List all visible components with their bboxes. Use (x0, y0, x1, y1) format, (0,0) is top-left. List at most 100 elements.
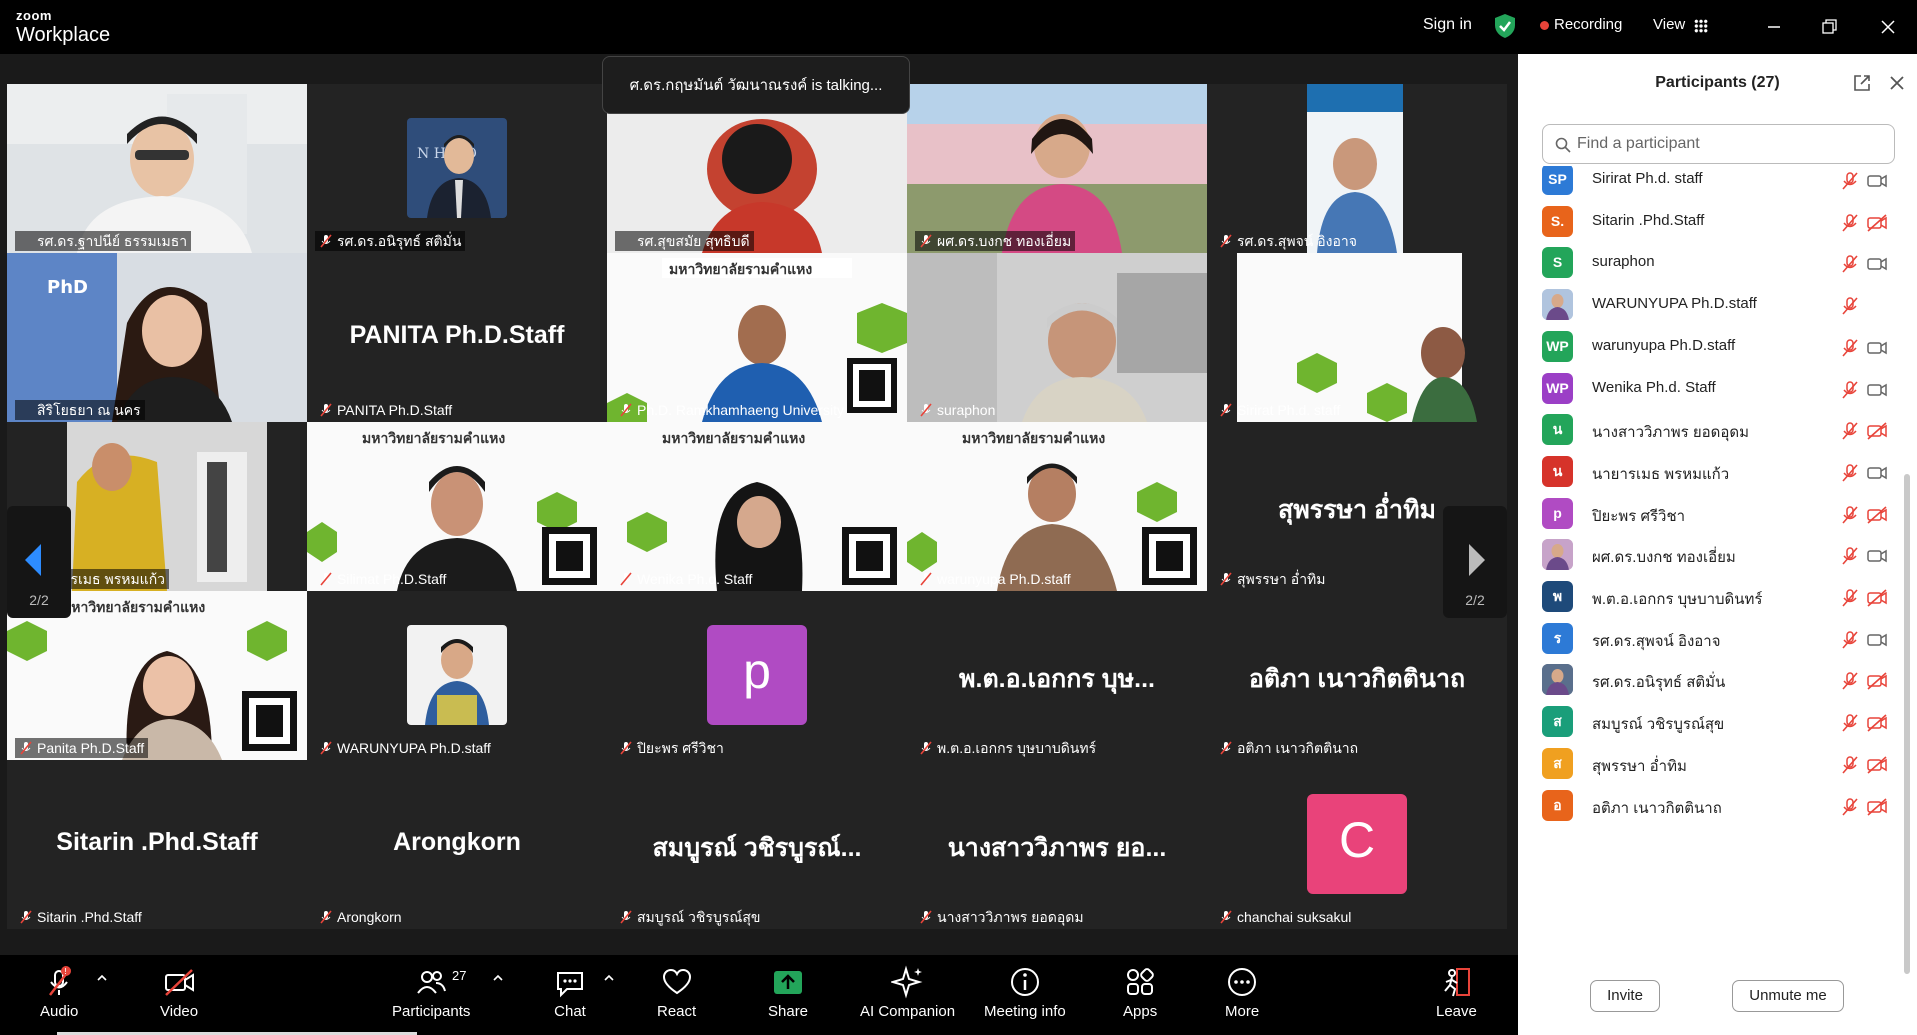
camera-off-icon[interactable] (1866, 588, 1888, 612)
camera-off-icon[interactable] (1866, 755, 1888, 779)
next-page-button[interactable]: 2/2 (1443, 506, 1507, 618)
muted-mic-icon[interactable] (1840, 380, 1860, 404)
camera-icon[interactable] (1866, 380, 1888, 404)
muted-mic-icon[interactable] (1840, 713, 1860, 737)
camera-off-icon[interactable] (1866, 797, 1888, 821)
chat-options-caret-icon[interactable] (603, 973, 615, 981)
video-tile[interactable]: Sirirat Ph.d. staff (1207, 253, 1507, 422)
muted-mic-icon[interactable] (1840, 588, 1860, 612)
participants-options-caret-icon[interactable] (492, 973, 504, 981)
video-tile[interactable]: นางสาววิภาพร ยอ... นางสาววิภาพร ยอดอุดม (907, 760, 1207, 929)
muted-mic-icon[interactable] (1840, 546, 1860, 570)
apps-button[interactable]: Apps (1123, 965, 1157, 1020)
muted-mic-icon[interactable] (1840, 755, 1860, 779)
minimize-icon[interactable] (1760, 13, 1788, 41)
meeting-info-label: Meeting info (984, 1003, 1066, 1020)
unmute-me-button[interactable]: Unmute me (1732, 980, 1844, 1012)
video-tile[interactable]: C chanchai suksakul (1207, 760, 1507, 929)
muted-mic-icon[interactable] (1840, 254, 1860, 278)
close-window-icon[interactable] (1874, 13, 1902, 41)
close-panel-icon[interactable] (1887, 73, 1907, 93)
chat-button[interactable]: Chat (553, 965, 587, 1020)
ai-companion-label: AI Companion (860, 1003, 956, 1020)
video-tile[interactable]: มหาวิทยาลัยรามคำแหง warunyupa Ph.D.staff (907, 422, 1207, 591)
video-tile[interactable]: suraphon (907, 253, 1207, 422)
more-button[interactable]: More (1225, 965, 1259, 1020)
muted-mic-icon[interactable] (1840, 463, 1860, 487)
video-tile[interactable]: ผศ.ดร.บงกช ทองเอี่ยม (907, 84, 1207, 253)
video-tile[interactable]: WARUNYUPA Ph.D.staff (307, 591, 607, 760)
participants-panel: Participants (27) SPSirirat Ph.d. staffS… (1518, 54, 1917, 1035)
react-button[interactable]: React (657, 965, 696, 1020)
video-tile[interactable]: มหาวิทยาลัยรามคำแหง Wenika Ph.d. Staff (607, 422, 907, 591)
participants-scrollbar[interactable] (1904, 474, 1910, 974)
participant-name: Wenika Ph.d. Staff (1592, 378, 1716, 396)
video-tile[interactable]: N H R O รศ.ดร.อนิรุทธ์ สติมั่น (307, 84, 607, 253)
camera-icon[interactable] (1866, 546, 1888, 570)
pop-out-icon[interactable] (1852, 73, 1872, 93)
muted-mic-icon[interactable] (1840, 671, 1860, 695)
sign-in-link[interactable]: Sign in (1423, 16, 1472, 34)
security-shield-icon[interactable] (1494, 13, 1516, 39)
camera-off-icon[interactable] (1866, 671, 1888, 695)
video-tile[interactable]: รศ.ดร.สุพจน์ อิงอาจ (1207, 84, 1507, 253)
video-tile[interactable]: PANITA Ph.D.Staff PANITA Ph.D.Staff (307, 253, 607, 422)
video-tile[interactable]: p ปิยะพร ศรีวิชา (607, 591, 907, 760)
muted-mic-icon[interactable] (1840, 296, 1860, 320)
video-tile[interactable]: สมบูรณ์ วชิรบูรณ์... สมบูรณ์ วชิรบูรณ์สุ… (607, 760, 907, 929)
video-tile[interactable]: มหาวิทยาลัยรามคำแหง Ph.D. Ramkhamhaeng U… (607, 253, 907, 422)
muted-mic-icon[interactable] (1840, 505, 1860, 529)
view-button[interactable]: View (1653, 16, 1685, 33)
previous-page-button[interactable]: 2/2 (7, 506, 71, 618)
participant-avatar: ส (1542, 747, 1573, 779)
share-button[interactable]: Share (768, 965, 808, 1020)
muted-mic-icon[interactable] (1840, 797, 1860, 821)
video-tile[interactable]: รศ.ดร.ฐาปนีย์ ธรรมเมธา (7, 84, 307, 253)
participant-avatar: WP (1542, 372, 1573, 404)
video-tile[interactable]: Arongkorn Arongkorn (307, 760, 607, 929)
participant-name: รศ.ดร.สุพจน์ อิงอาจ (1592, 632, 1721, 650)
camera-icon[interactable] (1866, 171, 1888, 195)
search-input[interactable] (1577, 133, 1877, 155)
camera-icon[interactable] (1866, 463, 1888, 487)
invite-button[interactable]: Invite (1590, 980, 1660, 1012)
muted-mic-icon[interactable] (1840, 171, 1860, 195)
apps-label: Apps (1123, 1003, 1158, 1020)
camera-off-icon[interactable] (1866, 421, 1888, 445)
muted-mic-icon (1220, 403, 1232, 417)
svg-text:มหาวิทยาลัยรามคำแหง: มหาวิทยาลัยรามคำแหง (62, 600, 205, 616)
find-participant-search[interactable] (1542, 124, 1895, 164)
camera-off-icon[interactable] (1866, 505, 1888, 529)
camera-icon[interactable] (1866, 338, 1888, 362)
camera-icon[interactable] (1866, 254, 1888, 278)
camera-icon[interactable] (1866, 630, 1888, 654)
ai-companion-button[interactable]: AI Companion (860, 965, 955, 1020)
video-tile[interactable]: Sitarin .Phd.Staff Sitarin .Phd.Staff (7, 760, 307, 929)
muted-mic-icon[interactable] (1840, 213, 1860, 237)
participant-name-label: นางสาววิภาพร ยอดอุดม (915, 907, 1088, 927)
logo-small: zoom (16, 8, 52, 23)
video-tile[interactable]: มหาวิทยาลัยรามคำแหง Silimat Ph.D.Staff (307, 422, 607, 591)
camera-off-icon[interactable] (1866, 213, 1888, 237)
participant-row[interactable]: อ อติภา เนาวกิตตินาถ (1542, 780, 1892, 831)
audio-options-caret-icon[interactable] (96, 973, 108, 981)
muted-mic-icon[interactable] (1840, 338, 1860, 362)
muted-mic-icon[interactable] (1840, 421, 1860, 445)
camera-off-icon[interactable] (1866, 713, 1888, 737)
recording-indicator[interactable]: Recording (1554, 16, 1622, 33)
meeting-info-button[interactable]: Meeting info (984, 965, 1066, 1020)
muted-mic-icon (320, 403, 332, 417)
active-speaker-banner: ศ.ดร.กฤษมันต์ วัฒนาณรงค์ is talking... (602, 56, 910, 114)
video-tile[interactable]: PhD สิริโยธยา ณ นคร (7, 253, 307, 422)
muted-mic-icon (320, 234, 332, 248)
video-button[interactable]: Video (160, 965, 198, 1020)
grid-icon[interactable] (1694, 19, 1708, 33)
gallery-grid: รศ.ดร.ฐาปนีย์ ธรรมเมธา N H R O รศ.ดร.อนิ… (7, 84, 1507, 929)
audio-button[interactable]: ! Audio (40, 965, 78, 1020)
leave-button[interactable]: Leave (1436, 965, 1477, 1020)
muted-mic-icon[interactable] (1840, 630, 1860, 654)
video-tile[interactable]: พ.ต.อ.เอกกร บุษ... พ.ต.อ.เอกกร บุษบาบดิน… (907, 591, 1207, 760)
restore-icon[interactable] (1815, 13, 1843, 41)
participant-name-label: Wenika Ph.d. Staff (615, 569, 756, 589)
participant-name: สมบูรณ์ วชิรบูรณ์สุข (1592, 716, 1725, 734)
